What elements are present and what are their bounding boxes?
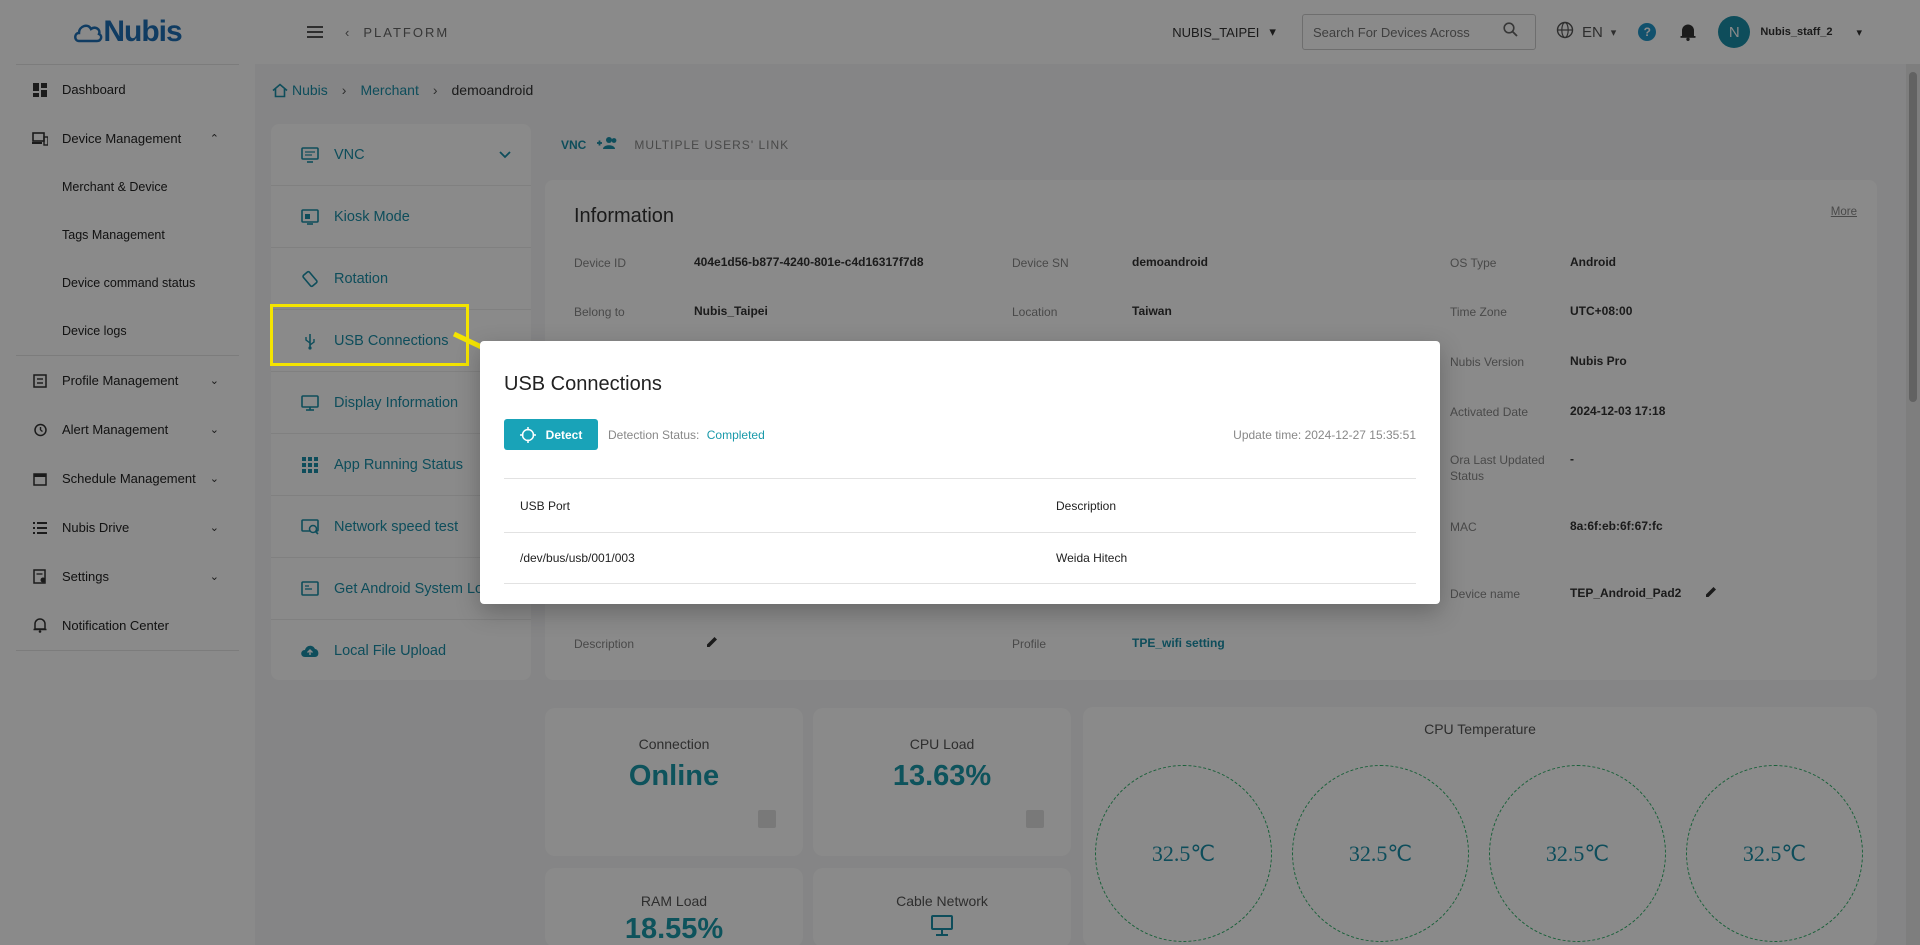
detection-status-value: Completed (706, 428, 765, 442)
description-cell: Weida Hitech (1040, 532, 1416, 584)
crosshair-icon (519, 426, 536, 443)
update-time: Update time: 2024-12-27 15:35:51 (1233, 428, 1416, 442)
update-time-value: 2024-12-27 15:35:51 (1304, 428, 1416, 442)
table-row: /dev/bus/usb/001/003 Weida Hitech (504, 532, 1416, 584)
usb-connections-table: USB Port Description /dev/bus/usb/001/00… (504, 478, 1416, 584)
usb-port-cell: /dev/bus/usb/001/003 (504, 532, 1040, 584)
usb-connections-dialog: USB Connections Detect Detection Status:… (480, 341, 1440, 604)
column-header-description: Description (1040, 478, 1416, 533)
usb-connections-highlight (270, 304, 469, 366)
detection-status-label: Detection Status: (608, 428, 700, 442)
detect-button-label: Detect (545, 427, 583, 442)
table-header-row: USB Port Description (504, 478, 1416, 533)
update-time-label: Update time: (1233, 428, 1302, 442)
column-header-usb-port: USB Port (504, 478, 1040, 533)
detection-status: Detection Status: Completed (608, 428, 765, 442)
dialog-title: USB Connections (504, 373, 662, 395)
detect-button[interactable]: Detect (504, 419, 598, 450)
